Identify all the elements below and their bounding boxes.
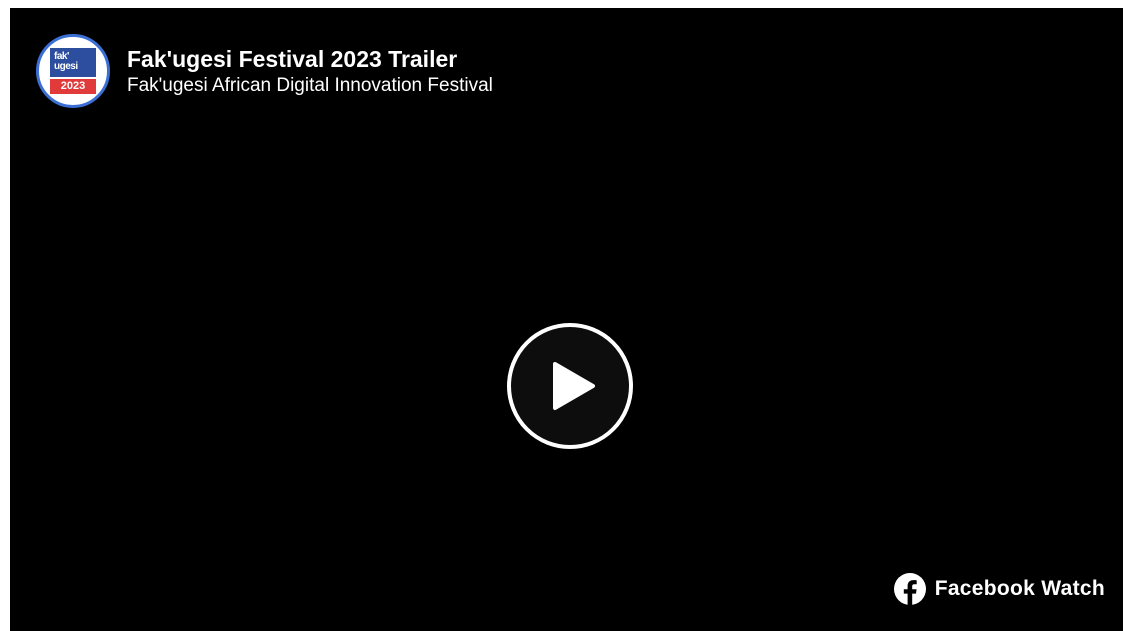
play-button[interactable]: [507, 323, 633, 449]
play-icon: [553, 362, 595, 410]
video-player[interactable]: fak' ugesi 2023 Fak'ugesi Festival 2023 …: [10, 8, 1123, 631]
title-block: Fak'ugesi Festival 2023 Trailer Fak'uges…: [127, 45, 493, 98]
facebook-watch-label: Facebook Watch: [934, 577, 1105, 600]
video-header: fak' ugesi 2023 Fak'ugesi Festival 2023 …: [36, 34, 493, 108]
logo-text: fak' ugesi: [50, 48, 96, 77]
channel-name[interactable]: Fak'ugesi African Digital Innovation Fes…: [127, 74, 493, 98]
facebook-watch-link[interactable]: Facebook Watch: [893, 573, 1105, 605]
channel-logo-icon: fak' ugesi 2023: [50, 48, 96, 94]
channel-avatar[interactable]: fak' ugesi 2023: [36, 34, 110, 108]
logo-year: 2023: [50, 77, 96, 94]
video-title[interactable]: Fak'ugesi Festival 2023 Trailer: [127, 45, 493, 73]
facebook-icon: [893, 573, 926, 605]
